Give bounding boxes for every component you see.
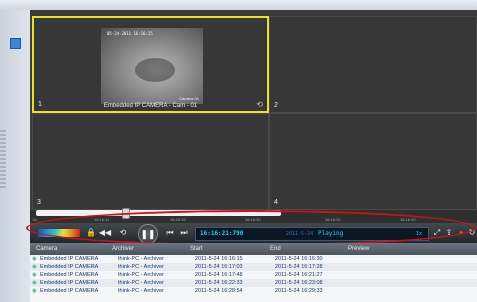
- camera-video-frame: 05-24-2011 16:16:25 Camera 01: [101, 28, 203, 104]
- tile-number: 4: [274, 199, 278, 206]
- cell-end: 2011-5-24 16:17:28: [275, 264, 323, 270]
- video-subject: [135, 58, 175, 82]
- cell-start: 2011-5-24 16:16:15: [195, 256, 243, 262]
- panel-splitter-grip[interactable]: [0, 130, 6, 190]
- column-header-end[interactable]: End: [270, 243, 281, 255]
- table-row[interactable]: ◉ Embedded IP CAMERA think-PC - Archiver…: [30, 255, 477, 263]
- camera-row-icon: ◉: [32, 256, 37, 262]
- table-header: Camera Archiver Start End Preview: [30, 243, 477, 255]
- cell-archiver: think-PC - Archiver: [118, 256, 164, 262]
- timeline-tick-label: 16:16:15: [170, 217, 186, 222]
- export-icon[interactable]: ⇪: [444, 227, 454, 239]
- next-frame-icon[interactable]: ⏭: [178, 227, 190, 239]
- video-tile-3[interactable]: 3: [32, 113, 269, 210]
- playback-timeline[interactable]: 16: 16:16:11 16:16:15 16:16:30 16:16:22 …: [30, 208, 477, 224]
- refresh-icon[interactable]: ↻: [467, 227, 477, 239]
- video-camera-name-overlay: Camera 01: [179, 96, 199, 101]
- left-side-panel: [0, 10, 31, 302]
- ptz-control-icon[interactable]: ⟲: [256, 100, 263, 109]
- cell-camera: Embedded IP CAMERA: [40, 280, 99, 286]
- timeline-tick-label: 16:: [32, 217, 38, 222]
- timeline-tick-label: 16:16:40: [400, 217, 416, 222]
- cell-archiver: think-PC - Archiver: [118, 272, 164, 278]
- panel-toggle-icon[interactable]: [10, 38, 21, 49]
- playback-control-bar: 🔒 ◀◀ ⟲ ❚❚ ⏮ ⏭ 16:16:21:790 2011-5-24 Pla…: [30, 223, 477, 244]
- cell-archiver: think-PC - Archiver: [118, 280, 164, 286]
- tile-number: 3: [37, 199, 41, 206]
- loop-icon[interactable]: ⟲: [116, 227, 130, 239]
- tile-camera-label: Embedded IP CAMERA - Cam - 01: [103, 103, 198, 109]
- video-timestamp-overlay: 05-24-2011 16:16:25: [107, 31, 153, 36]
- cell-start: 2011-5-24 16:28:54: [195, 288, 243, 294]
- cell-start: 2011-5-24 16:17:48: [195, 272, 243, 278]
- cell-start: 2011-5-24 16:22:33: [195, 280, 243, 286]
- table-row[interactable]: ◉ Embedded IP CAMERA think-PC - Archiver…: [30, 287, 477, 295]
- cell-end: 2011-5-24 16:23:08: [275, 280, 323, 286]
- camera-row-icon: ◉: [32, 280, 37, 286]
- video-tile-grid: 05-24-2011 16:16:25 Camera 01 1 Embedded…: [30, 10, 477, 210]
- playback-time: 16:16:21:790: [200, 230, 244, 237]
- column-header-preview[interactable]: Preview: [348, 243, 369, 255]
- timeline-tick-label: 16:16:22: [325, 217, 341, 222]
- video-tile-4[interactable]: 4: [269, 113, 477, 210]
- camera-row-icon: ◉: [32, 264, 37, 270]
- table-row[interactable]: ◉ Embedded IP CAMERA think-PC - Archiver…: [30, 279, 477, 287]
- cell-archiver: think-PC - Archiver: [118, 264, 164, 270]
- table-row[interactable]: ◉ Embedded IP CAMERA think-PC - Archiver…: [30, 271, 477, 279]
- cell-start: 2011-5-24 16:17:03: [195, 264, 243, 270]
- cell-camera: Embedded IP CAMERA: [40, 264, 99, 270]
- zoom-icon[interactable]: ⤢: [432, 227, 442, 239]
- pause-button[interactable]: ❚❚: [138, 224, 158, 244]
- column-header-archiver[interactable]: Archiver: [112, 243, 134, 255]
- tile-number: 2: [274, 102, 278, 109]
- timeline-track[interactable]: [36, 208, 281, 219]
- column-header-camera[interactable]: Camera: [36, 243, 57, 255]
- cell-end: 2011-5-24 16:29:33: [275, 288, 323, 294]
- camera-row-icon: ◉: [32, 272, 37, 278]
- timeline-tick-label: 16:16:30: [245, 217, 261, 222]
- playback-date: 2011-5-24: [286, 231, 314, 237]
- table-row[interactable]: ◉ Embedded IP CAMERA think-PC - Archiver…: [30, 263, 477, 271]
- table-body: ◉ Embedded IP CAMERA think-PC - Archiver…: [30, 255, 477, 302]
- video-tile-1[interactable]: 05-24-2011 16:16:25 Camera 01 1 Embedded…: [32, 16, 269, 113]
- record-icon[interactable]: ●: [456, 227, 466, 239]
- cell-archiver: think-PC - Archiver: [118, 288, 164, 294]
- playback-speed: 1x: [416, 231, 423, 237]
- video-tile-2[interactable]: 2: [269, 16, 477, 113]
- archive-results-table: Camera Archiver Start End Preview ◉ Embe…: [30, 243, 477, 302]
- lock-icon[interactable]: 🔒: [86, 227, 96, 239]
- cell-end: 2011-5-24 16:21:27: [275, 272, 323, 278]
- cell-camera: Embedded IP CAMERA: [40, 288, 99, 294]
- camera-row-icon: ◉: [32, 288, 37, 294]
- playback-status: Playing: [318, 230, 344, 237]
- cell-camera: Embedded IP CAMERA: [40, 256, 99, 262]
- timeline-scrubber-handle[interactable]: [122, 208, 130, 219]
- cell-camera: Embedded IP CAMERA: [40, 272, 99, 278]
- playback-time-display: 16:16:21:790 2011-5-24 Playing 1x: [195, 227, 429, 241]
- column-header-start[interactable]: Start: [190, 243, 203, 255]
- cell-end: 2011-5-24 16:16:30: [275, 256, 323, 262]
- rewind-icon[interactable]: ◀◀: [98, 227, 112, 239]
- previous-frame-icon[interactable]: ⏮: [164, 227, 176, 239]
- timeline-tick-label: 16:16:11: [94, 217, 110, 222]
- window-titlebar: [0, 0, 477, 10]
- volume-level-slider[interactable]: [38, 229, 80, 237]
